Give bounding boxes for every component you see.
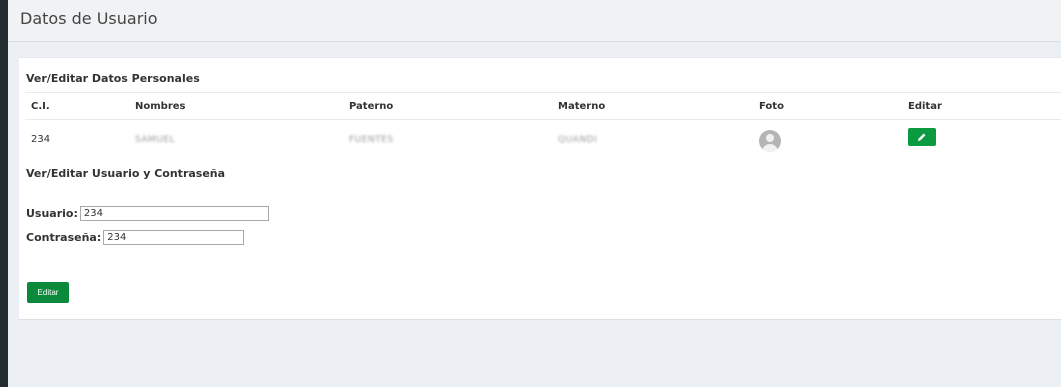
column-header-materno: Materno — [552, 92, 753, 120]
page-header: Datos de Usuario — [8, 0, 1061, 42]
personal-data-table: C.I. Nombres Paterno Materno Foto Editar… — [25, 92, 1061, 158]
usuario-input[interactable] — [79, 206, 269, 221]
page-title: Datos de Usuario — [20, 9, 158, 28]
table-header-row: C.I. Nombres Paterno Materno Foto Editar — [25, 92, 1061, 120]
column-header-nombres: Nombres — [129, 92, 343, 120]
cell-materno: QUANDI — [558, 134, 598, 145]
table-row: 234 SAMUEL FUENTES QUANDI — [25, 119, 1061, 158]
editar-button[interactable]: Editar — [27, 282, 69, 303]
password-input[interactable] — [103, 230, 245, 245]
personal-section-title: Ver/Editar Datos Personales — [26, 72, 200, 85]
column-header-ci: C.I. — [25, 92, 129, 120]
pencil-icon — [918, 133, 926, 141]
user-data-box: Ver/Editar Datos Personales C.I. Nombres… — [19, 57, 1061, 320]
user-avatar-icon — [759, 130, 781, 152]
column-header-editar: Editar — [902, 92, 1061, 120]
password-row: Contraseña: — [26, 230, 245, 245]
cell-paterno: FUENTES — [349, 134, 394, 145]
credentials-section-title: Ver/Editar Usuario y Contraseña — [26, 167, 226, 180]
cell-ci: 234 — [25, 119, 129, 158]
column-header-foto: Foto — [753, 92, 902, 120]
usuario-row: Usuario: — [26, 206, 269, 221]
cell-nombres: SAMUEL — [135, 134, 176, 145]
edit-personal-button[interactable] — [908, 128, 936, 146]
usuario-label: Usuario: — [26, 207, 78, 220]
password-label: Contraseña: — [26, 231, 102, 244]
column-header-paterno: Paterno — [343, 92, 552, 120]
sidebar-edge — [0, 0, 8, 387]
